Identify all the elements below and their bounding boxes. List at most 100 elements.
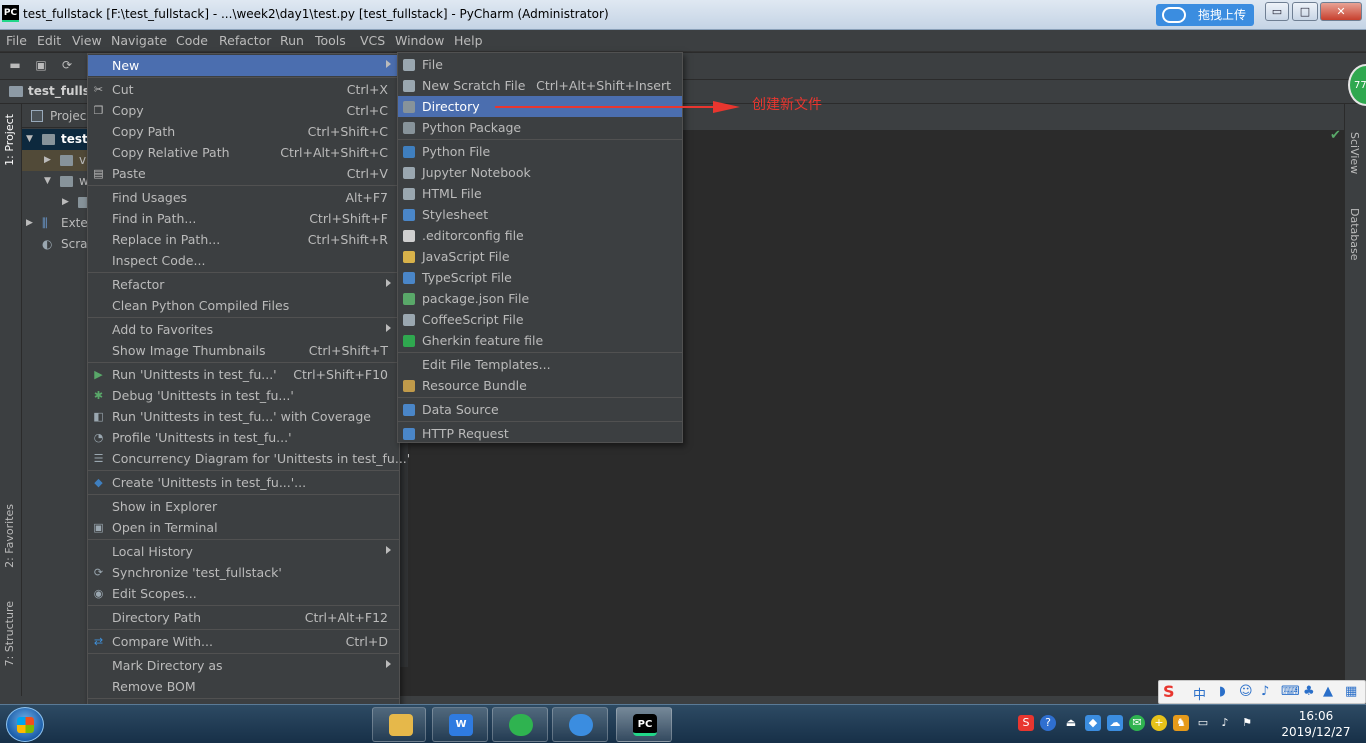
wechat-tray-icon[interactable]: ✉ [1129,715,1145,731]
taskbar-wechat[interactable] [492,707,548,742]
menu-item-synchronize-test-fullstack[interactable]: ⟳ Synchronize 'test_fullstack' [88,562,399,583]
menu-item-concurrency-diagram-for-unittests-in-tes[interactable]: ☰ Concurrency Diagram for 'Unittests in t… [88,448,411,469]
plus-tray-icon[interactable]: + [1151,715,1167,731]
tree-row[interactable]: ▶ v [22,150,87,171]
menu-item-stylesheet[interactable]: Stylesheet [398,204,682,225]
tab-project[interactable]: 1: Project [3,114,16,166]
menu-item-show-image-thumbnails[interactable]: Show Image Thumbnails Ctrl+Shift+T [88,340,399,361]
collapse-arrow-icon[interactable]: ▶ [44,155,51,165]
menu-window[interactable]: Window [395,33,444,48]
menu-item-http-request[interactable]: HTTP Request [398,423,682,444]
menu-item-package-json-file[interactable]: package.json File [398,288,682,309]
tree-row-external-libraries[interactable]: ▶ ⫼ Exte [22,213,87,234]
menu-item-paste[interactable]: ▤ Paste Ctrl+V [88,163,399,184]
menu-vcs[interactable]: VCS [360,33,385,48]
menu-item-new-scratch-file[interactable]: New Scratch File Ctrl+Alt+Shift+Insert [398,75,682,96]
network-tray-icon[interactable]: ▭ [1195,715,1211,731]
keyboard-icon[interactable]: ⌨ [1281,684,1300,699]
skin-icon[interactable]: ▲ [1323,684,1333,699]
sogou-tray-icon[interactable]: S [1018,715,1034,731]
menu-help[interactable]: Help [454,33,483,48]
menu-item-data-source[interactable]: Data Source [398,399,682,420]
menu-item-gherkin-feature-file[interactable]: Gherkin feature file [398,330,682,351]
box-tray-icon[interactable]: ◆ [1085,715,1101,731]
emoji-icon[interactable]: ☺ [1239,684,1253,699]
close-button[interactable]: ✕ [1320,2,1362,21]
menu-edit[interactable]: Edit [37,33,61,48]
help-tray-icon[interactable]: ? [1040,715,1056,731]
menu-item-coffeescript-file[interactable]: CoffeeScript File [398,309,682,330]
menu-item-compare-with[interactable]: ⇄ Compare With... Ctrl+D [88,631,399,652]
baidu-upload-button[interactable]: 拖拽上传 [1156,4,1254,26]
netdisk-tray-icon[interactable]: ☁ [1107,715,1123,731]
tree-row[interactable]: ▶ [22,192,87,213]
menu-item-refactor[interactable]: Refactor [88,274,399,295]
menu-item-profile-unittests-in-test-fu[interactable]: ◔ Profile 'Unittests in test_fu...' [88,427,399,448]
taskbar-baidu-netdisk[interactable] [552,707,608,742]
menu-item-html-file[interactable]: HTML File [398,183,682,204]
taskbar-pycharm[interactable]: PC [616,707,672,742]
save-icon[interactable]: ▣ [34,59,48,72]
tab-structure[interactable]: 7: Structure [3,601,16,666]
tree-row[interactable]: ▼ w [22,171,87,192]
ime-lang-toggle[interactable]: 中 [1193,684,1206,703]
menu-item-typescript-file[interactable]: TypeScript File [398,267,682,288]
menu-item-debug-unittests-in-test-fu[interactable]: ✱ Debug 'Unittests in test_fu...' [88,385,399,406]
menu-grid-icon[interactable]: ▦ [1345,684,1357,699]
menu-item-copy-path[interactable]: Copy Path Ctrl+Shift+C [88,121,399,142]
menu-item-create-unittests-in-test-fu[interactable]: ◆ Create 'Unittests in test_fu...'... [88,472,399,493]
menu-view[interactable]: View [72,33,102,48]
start-button[interactable] [6,707,44,742]
menu-run[interactable]: Run [280,33,304,48]
sync-icon[interactable]: ⟳ [60,59,74,72]
menu-item-inspect-code[interactable]: Inspect Code... [88,250,399,271]
qq-tray-icon[interactable]: ♞ [1173,715,1189,731]
menu-item-file[interactable]: File [398,54,682,75]
menu-item-show-in-explorer[interactable]: Show in Explorer [88,496,399,517]
menu-code[interactable]: Code [176,33,208,48]
project-panel-title[interactable]: Projec [50,109,86,123]
taskbar-wps[interactable]: W [432,707,488,742]
menu-item-open-in-terminal[interactable]: ▣ Open in Terminal [88,517,399,538]
menu-item-python-package[interactable]: Python Package [398,117,682,138]
menu-item-copy[interactable]: ❐ Copy Ctrl+C [88,100,399,121]
tab-sciview[interactable]: SciView [1348,132,1361,174]
menu-item-mark-directory-as[interactable]: Mark Directory as [88,655,399,676]
open-folder-icon[interactable]: ▬ [8,59,22,72]
menu-file[interactable]: File [6,33,27,48]
taskbar-clock[interactable]: 16:06 2019/12/27 [1278,708,1354,740]
taskbar-file-explorer[interactable] [372,707,426,742]
menu-item-remove-bom[interactable]: Remove BOM [88,676,399,697]
menu-item-javascript-file[interactable]: JavaScript File [398,246,682,267]
menu-item-python-file[interactable]: Python File [398,141,682,162]
sogou-icon[interactable]: S [1163,682,1175,701]
menu-item-cut[interactable]: ✂ Cut Ctrl+X [88,79,399,100]
tree-row-scratches[interactable]: ◐ Scra [22,234,87,255]
menu-item-jupyter-notebook[interactable]: Jupyter Notebook [398,162,682,183]
menu-item-new[interactable]: New [88,55,399,76]
menu-item-resource-bundle[interactable]: Resource Bundle [398,375,682,396]
menu-refactor[interactable]: Refactor [219,33,271,48]
expand-arrow-icon[interactable]: ▼ [44,176,51,186]
menu-item-run-unittests-in-test-fu[interactable]: ▶ Run 'Unittests in test_fu...' Ctrl+Shift… [88,364,399,385]
volume-icon[interactable]: ♪ [1217,715,1233,731]
menu-tools[interactable]: Tools [315,33,346,48]
menu-item-edit-scopes[interactable]: ◉ Edit Scopes... [88,583,399,604]
expand-arrow-icon[interactable]: ▼ [26,134,33,144]
menu-item-copy-relative-path[interactable]: Copy Relative Path Ctrl+Alt+Shift+C [88,142,399,163]
menu-item-edit-file-templates[interactable]: Edit File Templates... [398,354,682,375]
tree-row-root[interactable]: ▼ test_ [22,129,87,150]
menu-item-local-history[interactable]: Local History [88,541,399,562]
menu-item-find-usages[interactable]: Find Usages Alt+F7 [88,187,399,208]
voice-icon[interactable]: ♪ [1261,684,1269,699]
menu-item-run-unittests-in-test-fu-with-coverage[interactable]: ◧ Run 'Unittests in test_fu...' with Cove… [88,406,399,427]
menu-item-add-to-favorites[interactable]: Add to Favorites [88,319,399,340]
minimize-button[interactable]: ▭ [1265,2,1289,21]
action-center-icon[interactable]: ⚑ [1239,715,1255,731]
tab-database[interactable]: Database [1348,208,1361,261]
tab-favorites[interactable]: 2: Favorites [3,504,16,568]
breadcrumb-project[interactable]: test_fullst [28,84,96,98]
usb-tray-icon[interactable]: ⏏ [1063,715,1079,731]
menu-navigate[interactable]: Navigate [111,33,167,48]
menu-item-find-in-path[interactable]: Find in Path... Ctrl+Shift+F [88,208,399,229]
